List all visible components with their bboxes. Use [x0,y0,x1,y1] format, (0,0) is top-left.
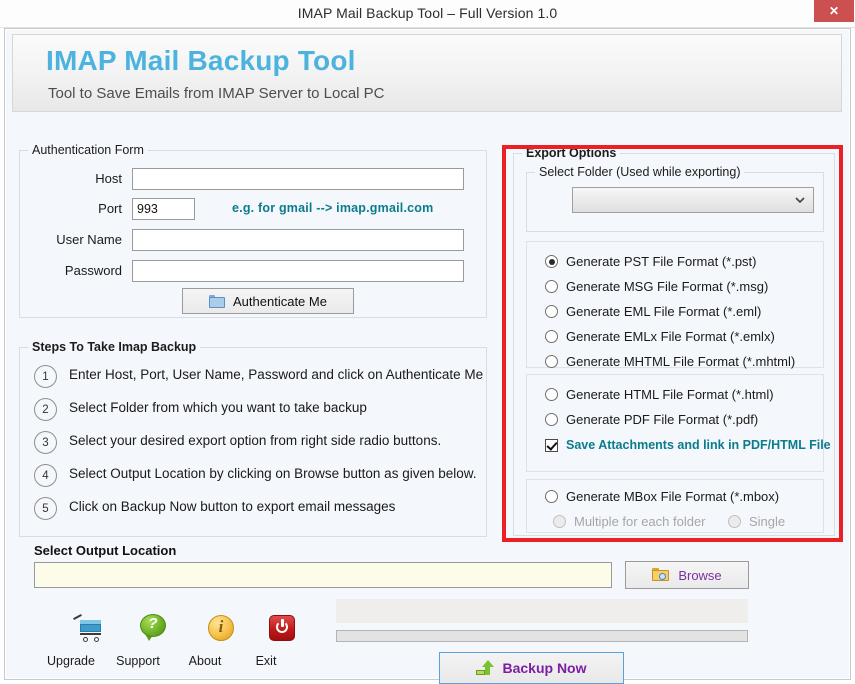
step-text: Select Folder from which you want to tak… [69,400,367,415]
radio-indicator [545,490,558,503]
close-icon[interactable]: ✕ [814,0,854,22]
step-number: 4 [34,464,57,487]
export-options-panel: Export Options Select Folder (Used while… [513,146,835,536]
step-text: Select Output Location by clicking on Br… [69,466,477,481]
radio-label: Generate EML File Format (*.eml) [566,304,762,319]
progress-bar [336,630,748,642]
radio-generate-msg[interactable]: Generate MSG File Format (*.msg) [545,279,768,294]
toolbar-item-label: Support [116,654,160,668]
checkbox-label: Save Attachments and link in PDF/HTML Fi… [566,438,831,452]
radio-generate-mhtml[interactable]: Generate MHTML File Format (*.mhtml) [545,354,795,369]
application-window: IMAP Mail Backup Tool – Full Version 1.0… [0,0,855,684]
toolbar-item-label: About [188,654,222,668]
radio-label: Generate MSG File Format (*.msg) [566,279,769,294]
folder-select[interactable] [572,187,814,213]
checkbox-save-attachments[interactable]: Save Attachments and link in PDF/HTML Fi… [545,438,831,452]
steps-panel: Steps To Take Imap Backup 1 Enter Host, … [19,340,487,537]
radio-indicator [545,255,558,268]
radio-label: Multiple for each folder [574,514,706,529]
authentication-form: Authentication Form Host Port e.g. for g… [19,143,487,318]
radio-mbox-single[interactable]: Single [728,514,785,529]
radio-generate-eml[interactable]: Generate EML File Format (*.eml) [545,304,761,319]
authenticate-button[interactable]: Authenticate Me [182,288,354,314]
output-location-label: Select Output Location [34,543,177,558]
browse-button-label: Browse [678,567,722,583]
window-title: IMAP Mail Backup Tool – Full Version 1.0 [297,5,558,21]
username-input[interactable] [132,229,464,251]
radio-generate-emlx[interactable]: Generate EMLx File Format (*.emlx) [545,329,775,344]
folder-search-icon [652,567,670,583]
host-label: Host [95,171,122,186]
radio-indicator [545,355,558,368]
select-folder-legend: Select Folder (Used while exporting) [535,165,745,179]
step-number: 3 [34,431,57,454]
upload-arrow-icon [476,660,495,676]
radio-label: Generate HTML File Format (*.html) [566,387,774,402]
app-subtitle: Tool to Save Emails from IMAP Server to … [48,85,385,102]
toolbar-item-label: Exit [255,654,277,668]
radio-indicator [728,515,741,528]
radio-indicator [553,515,566,528]
step-text: Enter Host, Port, User Name, Password an… [69,367,484,382]
port-label: Port [98,201,122,216]
port-input[interactable] [132,198,195,220]
cart-icon [55,612,101,644]
browse-button[interactable]: Browse [625,561,749,589]
password-input[interactable] [132,260,464,282]
authentication-form-legend: Authentication Form [28,143,148,157]
steps-panel-legend: Steps To Take Imap Backup [28,340,201,354]
radio-label: Generate MHTML File Format (*.mhtml) [566,354,796,369]
radio-label: Generate MBox File Format (*.mbox) [566,489,780,504]
output-path-input[interactable] [34,562,612,588]
info-icon: i [189,612,234,644]
radio-generate-pst[interactable]: Generate PST File Format (*.pst) [545,254,757,269]
question-bubble-icon: ? [122,612,166,644]
radio-indicator [545,413,558,426]
radio-indicator [545,305,558,318]
radio-label: Single [749,514,786,529]
radio-indicator [545,388,558,401]
step-number: 1 [34,365,57,388]
format-group-mbox: Generate MBox File Format (*.mbox) Multi… [526,479,824,533]
radio-label: Generate PDF File Format (*.pdf) [566,412,759,427]
app-banner: IMAP Mail Backup Tool Tool to Save Email… [12,34,842,112]
gmail-hint: e.g. for gmail --> imap.gmail.com [232,201,434,215]
radio-mbox-multiple[interactable]: Multiple for each folder [553,514,706,529]
app-title: IMAP Mail Backup Tool [46,45,356,76]
status-text-area [336,599,748,623]
host-input[interactable] [132,168,464,190]
radio-generate-mbox[interactable]: Generate MBox File Format (*.mbox) [545,489,779,504]
step-text: Select your desired export option from r… [69,433,442,448]
step-number: 2 [34,398,57,421]
power-icon [250,612,295,644]
backup-now-button-label: Backup Now [502,660,587,676]
radio-indicator [545,330,558,343]
select-folder-group: Select Folder (Used while exporting) [526,165,824,232]
chevron-down-icon [795,197,805,204]
toolbar-item-label: Upgrade [47,654,95,668]
export-options-legend: Export Options [522,146,621,160]
authenticate-button-label: Authenticate Me [233,293,327,309]
username-label: User Name [56,232,122,247]
backup-now-button[interactable]: Backup Now [439,652,624,684]
folder-icon [209,294,226,308]
step-number: 5 [34,497,57,520]
format-group-primary: Generate PST File Format (*.pst) Generat… [526,241,824,369]
password-label: Password [64,263,122,278]
radio-label: Generate PST File Format (*.pst) [566,254,757,269]
radio-generate-pdf[interactable]: Generate PDF File Format (*.pdf) [545,412,758,427]
radio-generate-html[interactable]: Generate HTML File Format (*.html) [545,387,774,402]
step-text: Click on Backup Now button to export ema… [69,499,396,514]
radio-indicator [545,280,558,293]
radio-label: Generate EMLx File Format (*.emlx) [566,329,775,344]
checkbox-indicator [545,438,558,452]
window-body: IMAP Mail Backup Tool Tool to Save Email… [4,28,851,684]
title-bar: IMAP Mail Backup Tool – Full Version 1.0… [0,0,855,28]
format-group-documents: Generate HTML File Format (*.html) Gener… [526,374,831,472]
